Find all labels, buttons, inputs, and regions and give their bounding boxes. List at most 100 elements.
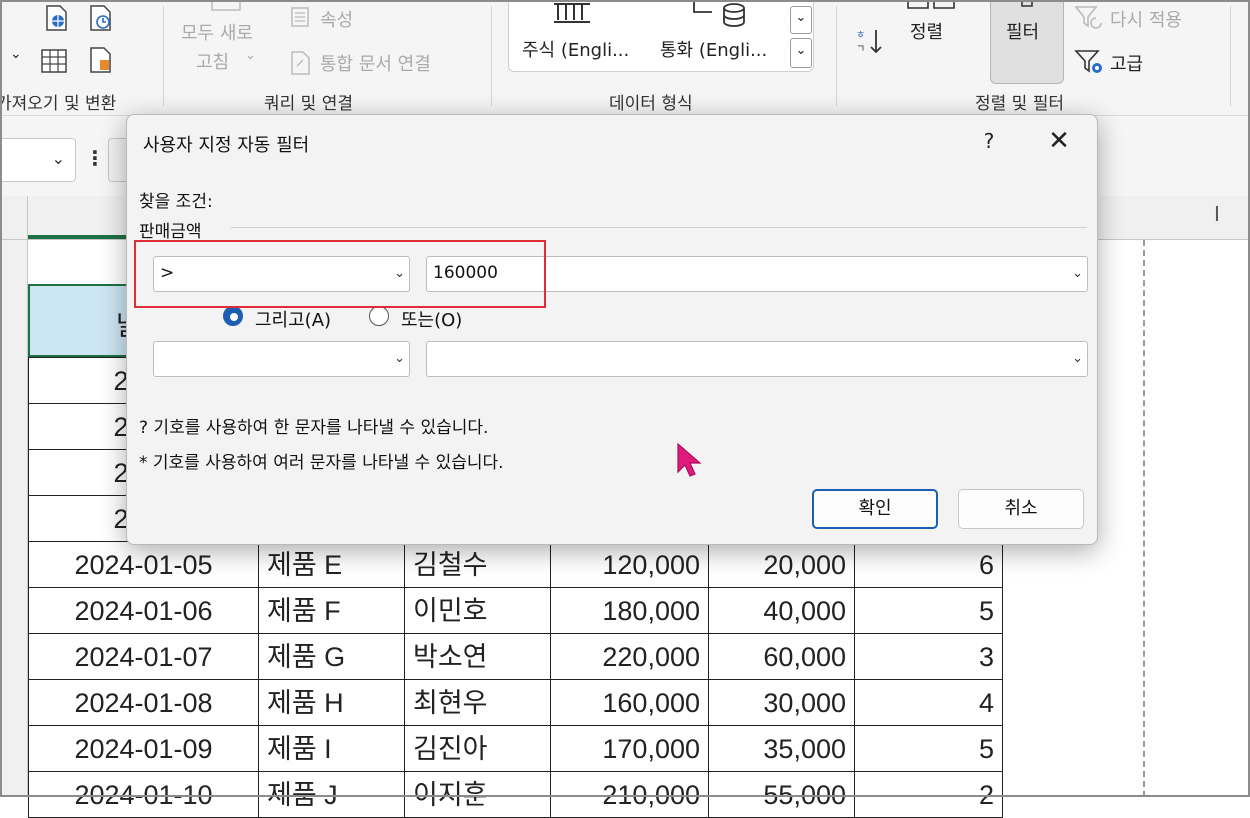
table-cell[interactable]: 2024-01-07	[28, 633, 259, 680]
table-cell[interactable]: 김진아	[404, 725, 551, 772]
table-cell[interactable]: 180,000	[550, 587, 709, 634]
and-radio-label[interactable]: 그리고(A)	[255, 306, 331, 332]
custom-autofilter-dialog: 사용자 지정 자동 필터 ? ✕ 찾을 조건: 판매금액 > ⌄ 160000 …	[126, 114, 1098, 545]
table-cell[interactable]: 30,000	[708, 679, 855, 726]
table-cell[interactable]: 제품 I	[258, 725, 405, 772]
chevron-down-icon[interactable]: ⌄	[1072, 351, 1083, 366]
chevron-down-icon[interactable]: ⌄	[394, 266, 405, 281]
table-cell[interactable]: 2024-01-09	[28, 725, 259, 772]
table-cell[interactable]: 2024-01-10	[28, 771, 259, 818]
reapply-button[interactable]: 다시 적용	[1110, 6, 1182, 32]
page-break-line	[1143, 240, 1145, 797]
chevron-down-icon[interactable]: ⌄	[394, 351, 405, 366]
currencies-icon	[693, 2, 745, 27]
table-cell[interactable]: 55,000	[708, 771, 855, 818]
table-cell[interactable]: 60,000	[708, 633, 855, 680]
table-row: 2024-01-08 제품 H 최현우 160,000 30,000 4	[28, 679, 1003, 726]
edit-links-button[interactable]: 통합 문서 연결	[320, 50, 431, 76]
mouse-cursor-icon	[677, 442, 702, 477]
table-cell[interactable]: 20,000	[708, 541, 855, 588]
operator1-value: >	[160, 263, 175, 283]
refresh-all-button-line2[interactable]: 고침	[196, 48, 229, 74]
ribbon: ⌄ 가져오기 및 변환 모두 새로 고침 ⌄ 속성 통합 문서 연결 쿼리 및 …	[0, 0, 1250, 116]
stocks-icon	[554, 3, 590, 23]
sort-dialog-icon	[907, 0, 955, 9]
table-row: 2024-01-07 제품 G 박소연 220,000 60,000 3	[28, 633, 1003, 680]
value2-combo[interactable]: ⌄	[426, 341, 1088, 377]
column-letter-i[interactable]: I	[1214, 202, 1220, 226]
more-icon[interactable]: ⋮	[85, 146, 105, 170]
table-cell[interactable]: 220,000	[550, 633, 709, 680]
chevron-down-icon[interactable]: ⌄	[10, 46, 22, 62]
criteria-label: 찾을 조건:	[139, 192, 213, 212]
gallery-more-button[interactable]: ⌄	[790, 38, 812, 68]
table-cell[interactable]: 170,000	[550, 725, 709, 772]
help-button[interactable]: ?	[974, 127, 1004, 155]
reapply-icon	[1074, 6, 1102, 29]
table-cell[interactable]: 35,000	[708, 725, 855, 772]
refresh-all-button[interactable]: 모두 새로	[181, 19, 253, 45]
operator2-select[interactable]: ⌄	[153, 341, 410, 377]
table-cell[interactable]: 5	[854, 587, 1003, 634]
web-source-icon[interactable]	[44, 4, 70, 32]
table-cell[interactable]: 제품 G	[258, 633, 405, 680]
row-header-bar	[0, 240, 28, 797]
recent-sources-icon[interactable]	[88, 4, 114, 32]
table-cell[interactable]: 40,000	[708, 587, 855, 634]
table-row: 2024-01-05 제품 E 김철수 120,000 20,000 6	[28, 541, 1003, 588]
filter-button[interactable]: 필터	[1006, 18, 1039, 44]
sort-button[interactable]: 정렬	[910, 18, 943, 44]
table-cell[interactable]: 3	[854, 633, 1003, 680]
table-cell[interactable]: 120,000	[550, 541, 709, 588]
group-label-sort-filter: 정렬 및 필터	[975, 94, 1065, 114]
value1-combo[interactable]: 160000 ⌄	[426, 256, 1088, 292]
name-box[interactable]: ⌄	[0, 138, 76, 182]
gallery-scroll-up[interactable]: ⌄	[790, 6, 812, 34]
table-cell[interactable]: 제품 J	[258, 771, 405, 818]
hint-asterisk: * 기호를 사용하여 여러 문자를 나타낼 수 있습니다.	[139, 453, 504, 473]
and-radio[interactable]	[223, 306, 243, 326]
chevron-down-icon[interactable]: ⌄	[52, 149, 65, 168]
or-radio[interactable]	[369, 306, 389, 326]
table-cell[interactable]: 이민호	[404, 587, 551, 634]
group-separator	[1230, 6, 1231, 106]
table-cell[interactable]: 제품 H	[258, 679, 405, 726]
close-icon[interactable]: ✕	[1042, 127, 1076, 157]
table-cell[interactable]: 2024-01-06	[28, 587, 259, 634]
svg-text:ㄱ: ㄱ	[856, 44, 865, 55]
currencies-data-type[interactable]: 통화 (Engli...	[660, 36, 767, 62]
field-name-label: 판매금액	[139, 222, 202, 242]
value1-text: 160000	[433, 263, 498, 283]
table-cell[interactable]: 160,000	[550, 679, 709, 726]
properties-button[interactable]: 속성	[320, 6, 353, 32]
table-cell[interactable]: 2024-01-05	[28, 541, 259, 588]
chevron-down-icon[interactable]: ⌄	[1072, 266, 1083, 281]
stocks-data-type[interactable]: 주식 (Engli...	[522, 36, 629, 62]
table-cell[interactable]: 4	[854, 679, 1003, 726]
table-row: 2024-01-06 제품 F 이민호 180,000 40,000 5	[28, 587, 1003, 634]
table-cell[interactable]: 박소연	[404, 633, 551, 680]
table-cell[interactable]: 최현우	[404, 679, 551, 726]
ok-button[interactable]: 확인	[812, 489, 938, 529]
table-cell[interactable]: 6	[854, 541, 1003, 588]
existing-connections-icon[interactable]	[88, 46, 114, 74]
chevron-down-icon: ⌄	[245, 48, 256, 63]
or-radio-label[interactable]: 또는(O)	[401, 306, 462, 332]
table-row: 2024-01-10 제품 J 이지훈 210,000 55,000 2	[28, 771, 1003, 818]
sort-az-icon[interactable]: ㅎ ㄱ	[854, 26, 884, 56]
table-cell[interactable]: 210,000	[550, 771, 709, 818]
table-cell[interactable]: 제품 F	[258, 587, 405, 634]
table-cell[interactable]: 김철수	[404, 541, 551, 588]
table-cell[interactable]: 제품 E	[258, 541, 405, 588]
advanced-button[interactable]: 고급	[1110, 50, 1143, 76]
table-range-icon[interactable]	[40, 48, 68, 74]
table-cell[interactable]: 5	[854, 725, 1003, 772]
group-separator	[163, 6, 164, 106]
operator1-select[interactable]: > ⌄	[153, 256, 410, 292]
table-cell[interactable]: 이지훈	[404, 771, 551, 818]
table-row: 2024-01-09 제품 I 김진아 170,000 35,000 5	[28, 725, 1003, 772]
table-cell[interactable]: 2	[854, 771, 1003, 818]
filter-icon	[1021, 0, 1033, 7]
cancel-button[interactable]: 취소	[958, 489, 1084, 529]
table-cell[interactable]: 2024-01-08	[28, 679, 259, 726]
